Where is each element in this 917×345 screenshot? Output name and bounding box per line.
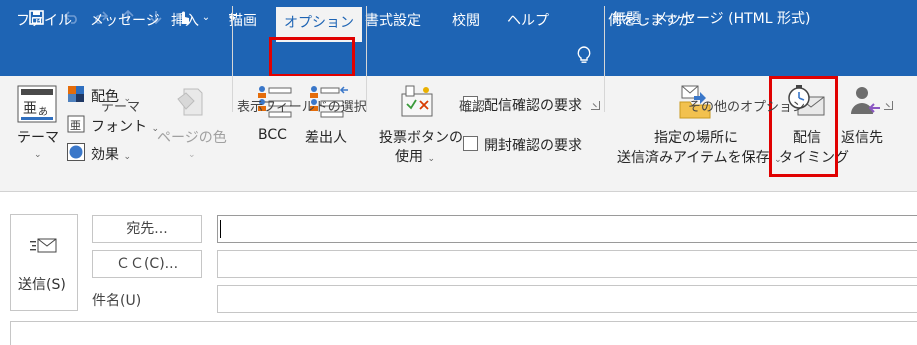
cc-button[interactable]: ＣＣ(C)... — [92, 250, 202, 278]
more-options-group-label: その他のオプション — [688, 100, 806, 115]
voting-buttons-icon — [398, 84, 436, 124]
page-color-icon — [172, 85, 210, 123]
read-receipt-label[interactable]: 開封確認の要求 — [484, 135, 582, 155]
tracking-dialog-launcher-icon[interactable] — [591, 101, 600, 110]
voting-buttons-label-line1[interactable]: 投票ボタンの — [379, 127, 463, 147]
tab-insert[interactable]: 挿入 — [171, 0, 199, 42]
reply-to-icon — [848, 84, 882, 122]
page-color-button[interactable]: ページの色 — [157, 127, 227, 147]
more-options-dialog-launcher-icon[interactable] — [884, 101, 893, 110]
save-sent-item-label-line2[interactable]: 送信済みアイテムを保存 ⌄ — [617, 147, 782, 167]
send-label[interactable]: 送信(S) — [18, 274, 66, 294]
tab-message[interactable]: メッセージ — [90, 0, 160, 42]
cc-field[interactable] — [217, 250, 917, 278]
delivery-receipt-label[interactable]: 配信確認の要求 — [484, 95, 582, 115]
page-color-chevron-icon[interactable]: ⌄ — [188, 150, 196, 160]
customize-qat-chevron-icon[interactable]: ⌄ — [198, 0, 214, 34]
from-button[interactable]: 差出人 — [305, 127, 347, 147]
effects-icon — [67, 143, 85, 165]
subject-label: 件名(U) — [92, 293, 142, 309]
colors-icon — [67, 85, 85, 107]
tab-draw[interactable]: 描画 — [229, 0, 257, 42]
voting-buttons-label-line2[interactable]: 使用 ⌄ — [395, 146, 435, 166]
group-separator — [232, 6, 233, 112]
to-field[interactable] — [217, 215, 917, 243]
delay-delivery-highlight — [769, 76, 838, 177]
save-sent-item-label-line1[interactable]: 指定の場所に — [654, 127, 738, 147]
fonts-button[interactable]: フォント ⌄ — [91, 116, 159, 136]
tracking-group-label: 確認 — [459, 100, 486, 115]
show-fields-group-label: 表示フィールドの選択 — [237, 100, 367, 115]
fonts-icon: 亜 — [67, 115, 85, 137]
send-icon — [30, 236, 58, 260]
group-separator — [604, 6, 605, 112]
effects-button[interactable]: 効果 ⌄ — [91, 144, 131, 164]
theme-chevron-icon[interactable]: ⌄ — [34, 150, 42, 160]
subject-field[interactable] — [217, 285, 917, 313]
group-separator — [366, 6, 367, 112]
theme-icon[interactable]: 亜 あ — [17, 85, 57, 127]
svg-text:亜: 亜 — [70, 119, 81, 132]
tab-review[interactable]: 校閲 — [452, 0, 480, 42]
text-caret — [220, 220, 221, 238]
tab-format-text[interactable]: 書式設定 — [365, 0, 421, 42]
theme-button[interactable]: テーマ — [17, 127, 59, 147]
message-body[interactable] — [10, 321, 917, 345]
svg-text:あ: あ — [38, 106, 48, 118]
tab-file[interactable]: ファイル — [16, 0, 72, 42]
tab-help[interactable]: ヘルプ — [507, 0, 549, 42]
svg-text:亜: 亜 — [23, 101, 37, 117]
options-tab-highlight — [269, 37, 355, 77]
to-button[interactable]: 宛先... — [92, 215, 202, 243]
bcc-button[interactable]: BCC — [258, 127, 287, 143]
send-button[interactable] — [10, 214, 78, 311]
theme-group-label: テーマ — [101, 100, 141, 115]
reply-to-button[interactable]: 返信先 — [841, 127, 883, 147]
tell-me-search[interactable]: 何をしますか — [608, 0, 692, 42]
lightbulb-icon — [577, 46, 591, 66]
read-receipt-checkbox[interactable] — [463, 136, 478, 151]
